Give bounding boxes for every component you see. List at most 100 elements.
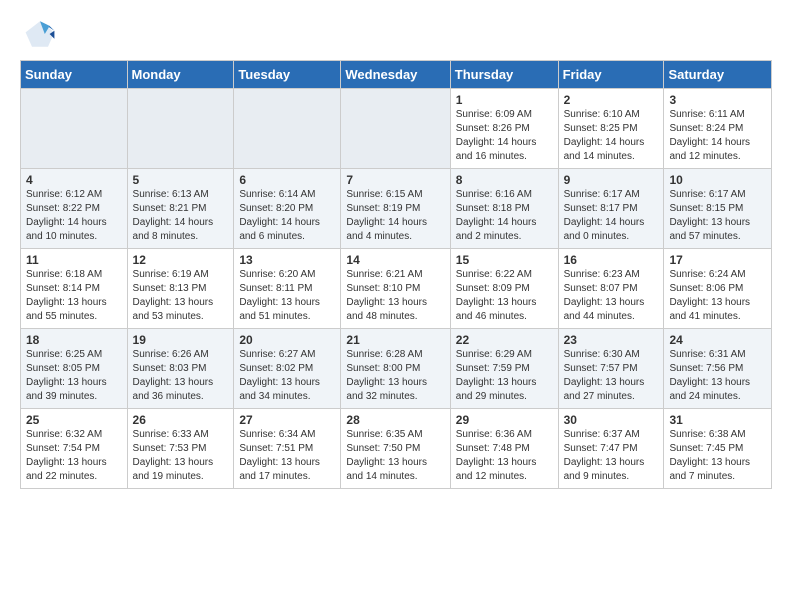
calendar-cell: 18Sunrise: 6:25 AMSunset: 8:05 PMDayligh… <box>21 329 128 409</box>
calendar-week-5: 25Sunrise: 6:32 AMSunset: 7:54 PMDayligh… <box>21 409 772 489</box>
cell-details: Sunrise: 6:26 AMSunset: 8:03 PMDaylight:… <box>133 348 229 404</box>
day-number: 4 <box>26 173 122 187</box>
cell-details: Sunrise: 6:17 AMSunset: 8:15 PMDaylight:… <box>669 188 766 244</box>
cell-details: Sunrise: 6:36 AMSunset: 7:48 PMDaylight:… <box>456 428 553 484</box>
day-number: 14 <box>346 253 444 267</box>
weekday-header-thursday: Thursday <box>450 61 558 89</box>
calendar-cell: 10Sunrise: 6:17 AMSunset: 8:15 PMDayligh… <box>664 169 772 249</box>
cell-details: Sunrise: 6:23 AMSunset: 8:07 PMDaylight:… <box>564 268 659 324</box>
cell-details: Sunrise: 6:22 AMSunset: 8:09 PMDaylight:… <box>456 268 553 324</box>
day-number: 28 <box>346 413 444 427</box>
day-number: 12 <box>133 253 229 267</box>
calendar-cell: 5Sunrise: 6:13 AMSunset: 8:21 PMDaylight… <box>127 169 234 249</box>
cell-details: Sunrise: 6:27 AMSunset: 8:02 PMDaylight:… <box>239 348 335 404</box>
day-number: 2 <box>564 93 659 107</box>
cell-details: Sunrise: 6:19 AMSunset: 8:13 PMDaylight:… <box>133 268 229 324</box>
calendar-cell: 23Sunrise: 6:30 AMSunset: 7:57 PMDayligh… <box>558 329 664 409</box>
cell-details: Sunrise: 6:25 AMSunset: 8:05 PMDaylight:… <box>26 348 122 404</box>
calendar-cell: 12Sunrise: 6:19 AMSunset: 8:13 PMDayligh… <box>127 249 234 329</box>
day-number: 22 <box>456 333 553 347</box>
calendar-cell: 27Sunrise: 6:34 AMSunset: 7:51 PMDayligh… <box>234 409 341 489</box>
cell-details: Sunrise: 6:32 AMSunset: 7:54 PMDaylight:… <box>26 428 122 484</box>
calendar-cell: 8Sunrise: 6:16 AMSunset: 8:18 PMDaylight… <box>450 169 558 249</box>
calendar-week-1: 1Sunrise: 6:09 AMSunset: 8:26 PMDaylight… <box>21 89 772 169</box>
logo-icon <box>24 18 56 50</box>
cell-details: Sunrise: 6:20 AMSunset: 8:11 PMDaylight:… <box>239 268 335 324</box>
calendar-cell: 4Sunrise: 6:12 AMSunset: 8:22 PMDaylight… <box>21 169 128 249</box>
day-number: 23 <box>564 333 659 347</box>
calendar-week-3: 11Sunrise: 6:18 AMSunset: 8:14 PMDayligh… <box>21 249 772 329</box>
cell-details: Sunrise: 6:14 AMSunset: 8:20 PMDaylight:… <box>239 188 335 244</box>
calendar-cell: 17Sunrise: 6:24 AMSunset: 8:06 PMDayligh… <box>664 249 772 329</box>
calendar-cell: 7Sunrise: 6:15 AMSunset: 8:19 PMDaylight… <box>341 169 450 249</box>
day-number: 31 <box>669 413 766 427</box>
cell-details: Sunrise: 6:28 AMSunset: 8:00 PMDaylight:… <box>346 348 444 404</box>
day-number: 3 <box>669 93 766 107</box>
calendar-cell: 13Sunrise: 6:20 AMSunset: 8:11 PMDayligh… <box>234 249 341 329</box>
calendar-cell: 6Sunrise: 6:14 AMSunset: 8:20 PMDaylight… <box>234 169 341 249</box>
day-number: 18 <box>26 333 122 347</box>
calendar-cell: 22Sunrise: 6:29 AMSunset: 7:59 PMDayligh… <box>450 329 558 409</box>
calendar-cell: 30Sunrise: 6:37 AMSunset: 7:47 PMDayligh… <box>558 409 664 489</box>
cell-details: Sunrise: 6:15 AMSunset: 8:19 PMDaylight:… <box>346 188 444 244</box>
day-number: 27 <box>239 413 335 427</box>
cell-details: Sunrise: 6:33 AMSunset: 7:53 PMDaylight:… <box>133 428 229 484</box>
calendar-cell: 20Sunrise: 6:27 AMSunset: 8:02 PMDayligh… <box>234 329 341 409</box>
cell-details: Sunrise: 6:17 AMSunset: 8:17 PMDaylight:… <box>564 188 659 244</box>
cell-details: Sunrise: 6:18 AMSunset: 8:14 PMDaylight:… <box>26 268 122 324</box>
calendar-cell: 28Sunrise: 6:35 AMSunset: 7:50 PMDayligh… <box>341 409 450 489</box>
day-number: 20 <box>239 333 335 347</box>
day-number: 10 <box>669 173 766 187</box>
cell-details: Sunrise: 6:10 AMSunset: 8:25 PMDaylight:… <box>564 108 659 164</box>
calendar-cell <box>341 89 450 169</box>
calendar-cell: 19Sunrise: 6:26 AMSunset: 8:03 PMDayligh… <box>127 329 234 409</box>
day-number: 15 <box>456 253 553 267</box>
calendar-cell: 11Sunrise: 6:18 AMSunset: 8:14 PMDayligh… <box>21 249 128 329</box>
calendar-table: SundayMondayTuesdayWednesdayThursdayFrid… <box>20 60 772 489</box>
header-row: SundayMondayTuesdayWednesdayThursdayFrid… <box>21 61 772 89</box>
calendar-week-4: 18Sunrise: 6:25 AMSunset: 8:05 PMDayligh… <box>21 329 772 409</box>
cell-details: Sunrise: 6:31 AMSunset: 7:56 PMDaylight:… <box>669 348 766 404</box>
day-number: 25 <box>26 413 122 427</box>
calendar-cell <box>127 89 234 169</box>
day-number: 30 <box>564 413 659 427</box>
page-header <box>0 0 792 60</box>
calendar-cell: 9Sunrise: 6:17 AMSunset: 8:17 PMDaylight… <box>558 169 664 249</box>
weekday-header-wednesday: Wednesday <box>341 61 450 89</box>
day-number: 9 <box>564 173 659 187</box>
cell-details: Sunrise: 6:29 AMSunset: 7:59 PMDaylight:… <box>456 348 553 404</box>
weekday-header-monday: Monday <box>127 61 234 89</box>
calendar-cell: 29Sunrise: 6:36 AMSunset: 7:48 PMDayligh… <box>450 409 558 489</box>
weekday-header-sunday: Sunday <box>21 61 128 89</box>
cell-details: Sunrise: 6:34 AMSunset: 7:51 PMDaylight:… <box>239 428 335 484</box>
calendar-cell: 26Sunrise: 6:33 AMSunset: 7:53 PMDayligh… <box>127 409 234 489</box>
cell-details: Sunrise: 6:16 AMSunset: 8:18 PMDaylight:… <box>456 188 553 244</box>
cell-details: Sunrise: 6:11 AMSunset: 8:24 PMDaylight:… <box>669 108 766 164</box>
calendar-cell: 3Sunrise: 6:11 AMSunset: 8:24 PMDaylight… <box>664 89 772 169</box>
day-number: 16 <box>564 253 659 267</box>
day-number: 21 <box>346 333 444 347</box>
calendar-cell <box>21 89 128 169</box>
weekday-header-saturday: Saturday <box>664 61 772 89</box>
cell-details: Sunrise: 6:24 AMSunset: 8:06 PMDaylight:… <box>669 268 766 324</box>
day-number: 17 <box>669 253 766 267</box>
day-number: 19 <box>133 333 229 347</box>
logo <box>24 18 60 50</box>
weekday-header-friday: Friday <box>558 61 664 89</box>
calendar-cell: 16Sunrise: 6:23 AMSunset: 8:07 PMDayligh… <box>558 249 664 329</box>
day-number: 6 <box>239 173 335 187</box>
calendar-cell: 31Sunrise: 6:38 AMSunset: 7:45 PMDayligh… <box>664 409 772 489</box>
cell-details: Sunrise: 6:38 AMSunset: 7:45 PMDaylight:… <box>669 428 766 484</box>
day-number: 13 <box>239 253 335 267</box>
day-number: 5 <box>133 173 229 187</box>
calendar-container: SundayMondayTuesdayWednesdayThursdayFrid… <box>0 60 792 499</box>
calendar-cell: 25Sunrise: 6:32 AMSunset: 7:54 PMDayligh… <box>21 409 128 489</box>
cell-details: Sunrise: 6:13 AMSunset: 8:21 PMDaylight:… <box>133 188 229 244</box>
calendar-cell: 21Sunrise: 6:28 AMSunset: 8:00 PMDayligh… <box>341 329 450 409</box>
calendar-cell <box>234 89 341 169</box>
day-number: 11 <box>26 253 122 267</box>
cell-details: Sunrise: 6:21 AMSunset: 8:10 PMDaylight:… <box>346 268 444 324</box>
day-number: 7 <box>346 173 444 187</box>
cell-details: Sunrise: 6:35 AMSunset: 7:50 PMDaylight:… <box>346 428 444 484</box>
calendar-cell: 2Sunrise: 6:10 AMSunset: 8:25 PMDaylight… <box>558 89 664 169</box>
